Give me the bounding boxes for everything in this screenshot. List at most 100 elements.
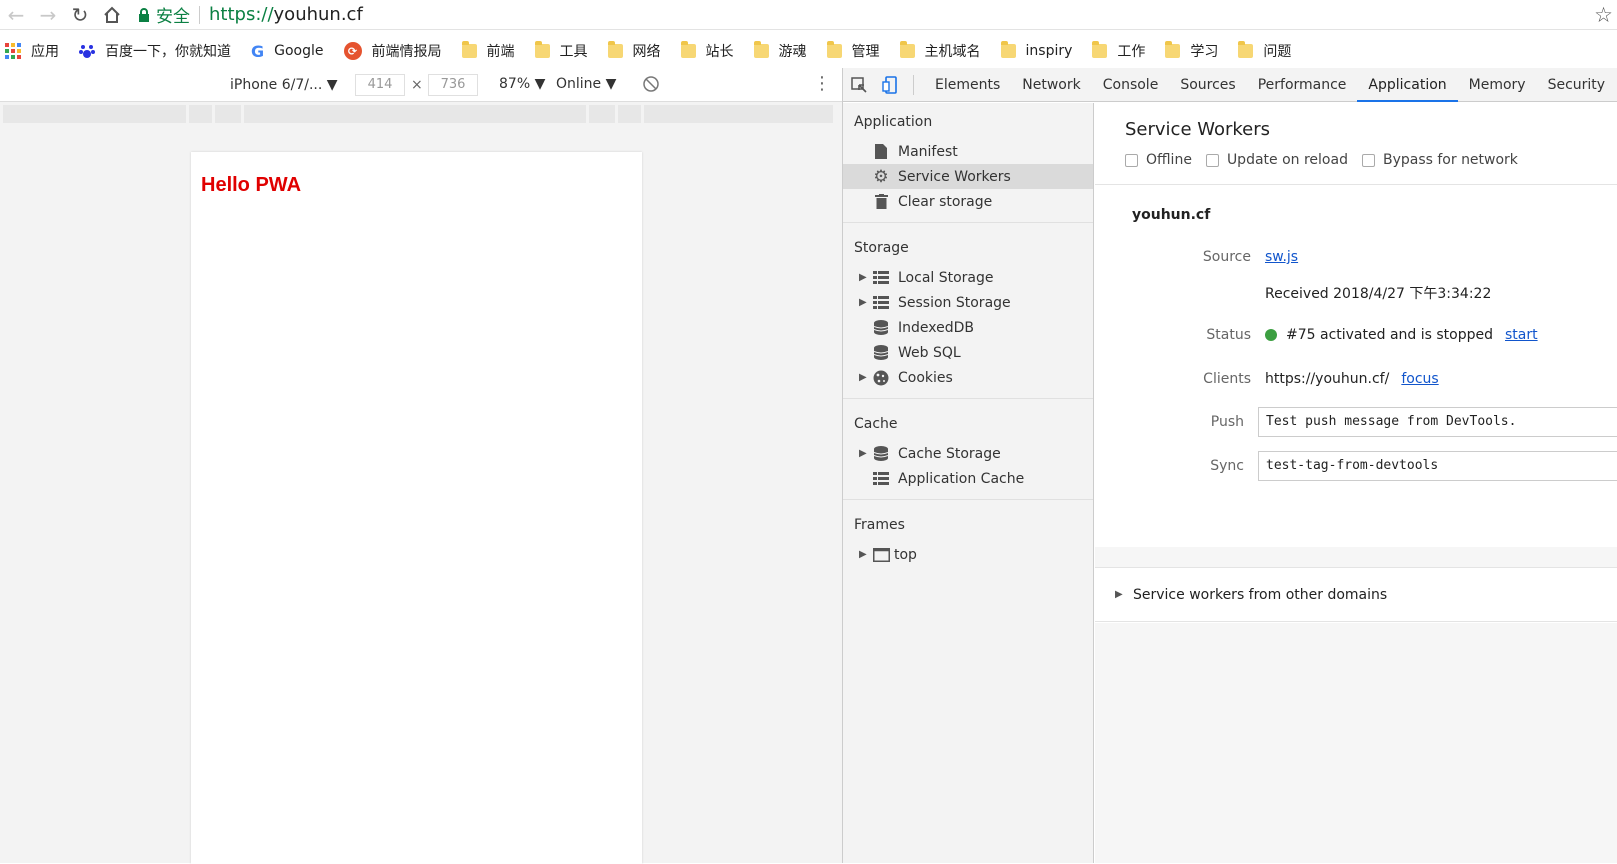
home-button[interactable] — [96, 0, 128, 30]
arrow-left-icon: ← — [7, 2, 25, 27]
push-input[interactable]: Test push message from DevTools. — [1258, 407, 1617, 437]
sidebar-section-storage: Storage ▶ Local Storage ▶ Session Storag… — [843, 229, 1093, 399]
bookmark-label: 主机域名 — [924, 44, 981, 60]
expand-triangle-icon[interactable]: ▶ — [859, 448, 871, 459]
network-value: Online — [556, 76, 602, 92]
expand-triangle-icon[interactable]: ▶ — [859, 372, 871, 383]
sidebar-item-clear-storage[interactable]: Clear storage — [843, 189, 1093, 214]
media-query-segment[interactable] — [243, 105, 587, 123]
database-icon — [871, 446, 891, 461]
device-toggle-icon[interactable] — [875, 68, 907, 102]
forward-button[interactable]: → — [32, 0, 64, 30]
url-host: youhun.cf — [273, 4, 363, 25]
bookmark-folder[interactable]: 站长 — [680, 41, 734, 61]
sync-input[interactable]: test-tag-from-devtools — [1258, 451, 1617, 481]
bookmark-folder[interactable]: 学习 — [1165, 41, 1218, 61]
media-query-segment[interactable] — [618, 105, 641, 123]
expand-triangle-icon[interactable]: ▶ — [859, 297, 871, 308]
sidebar-item-application-cache[interactable]: Application Cache — [843, 466, 1093, 491]
trash-icon — [871, 194, 891, 209]
network-throttle-select[interactable]: Online ▼ — [556, 76, 616, 92]
bookmark-baidu[interactable]: 百度一下，你就知道 — [79, 41, 231, 61]
tab-application[interactable]: Application — [1357, 68, 1458, 102]
clients-row: Clients https://youhun.cf/focus — [1095, 371, 1617, 387]
sidebar-item-local-storage[interactable]: ▶ Local Storage — [843, 265, 1093, 290]
bookmark-google[interactable]: G Google — [251, 42, 324, 61]
expand-triangle-icon[interactable]: ▶ — [1115, 589, 1127, 600]
more-options-icon[interactable]: ⋮ — [813, 73, 831, 94]
sidebar-item-cookies[interactable]: ▶ Cookies — [843, 365, 1093, 390]
tab-divider — [913, 74, 914, 95]
bookmark-apps[interactable]: 应用 — [5, 41, 59, 61]
checkbox-box[interactable] — [1361, 153, 1375, 167]
height-input[interactable]: 736 — [428, 74, 478, 96]
emulated-viewport: Hello PWA — [191, 152, 642, 864]
sidebar-item-web-sql[interactable]: Web SQL — [843, 340, 1093, 365]
tab-security[interactable]: Security — [1537, 68, 1617, 102]
media-query-segment[interactable] — [189, 105, 212, 123]
sidebar-item-cache-storage[interactable]: ▶ Cache Storage — [843, 441, 1093, 466]
devtools-tab-bar: Elements Network Console Sources Perform… — [843, 68, 1617, 102]
inspect-element-icon[interactable] — [843, 68, 875, 102]
other-domains-toggle[interactable]: ▶ Service workers from other domains — [1095, 567, 1617, 622]
bookmark-label: 工具 — [559, 44, 588, 60]
status-row: Status #75 activated and is stopped start — [1095, 327, 1617, 343]
sidebar-item-service-workers[interactable]: ⚙ Service Workers — [843, 164, 1093, 189]
bookmark-folder[interactable]: 前端 — [461, 41, 515, 61]
bookmark-folder[interactable]: 工具 — [534, 41, 588, 61]
source-link[interactable]: sw.js — [1265, 249, 1298, 265]
sidebar-item-label: IndexedDB — [898, 319, 974, 336]
media-query-segment[interactable] — [214, 105, 241, 123]
checkbox-box[interactable] — [1205, 153, 1219, 167]
url-field[interactable]: https://youhun.cf — [209, 4, 363, 25]
sidebar-item-indexeddb[interactable]: IndexedDB — [843, 315, 1093, 340]
url-scheme: https:// — [209, 4, 274, 25]
checkbox-box[interactable] — [1125, 153, 1138, 167]
sidebar-section-title: Storage — [854, 240, 909, 256]
bookmark-folder[interactable]: 问题 — [1238, 41, 1291, 61]
bookmark-folder[interactable]: 管理 — [826, 41, 880, 61]
expand-triangle-icon[interactable]: ▶ — [859, 549, 871, 560]
start-link[interactable]: start — [1505, 327, 1538, 343]
sidebar-item-session-storage[interactable]: ▶ Session Storage — [843, 290, 1093, 315]
baidu-paw-icon — [79, 43, 95, 59]
sidebar-item-frame-top[interactable]: ▶ top — [843, 542, 1093, 567]
bypass-for-network-checkbox[interactable]: Bypass for network — [1361, 152, 1518, 168]
sidebar-section-title: Cache — [854, 416, 898, 432]
bookmark-folder[interactable]: 网络 — [607, 41, 661, 61]
bookmark-folder[interactable]: 工作 — [1092, 41, 1145, 61]
media-query-segment[interactable] — [643, 105, 833, 123]
tab-memory[interactable]: Memory — [1458, 68, 1537, 102]
media-query-bar[interactable] — [3, 105, 833, 123]
service-workers-pane: Service Workers Offline Update on reload… — [1095, 103, 1617, 863]
rotate-icon[interactable] — [641, 74, 661, 98]
device-select[interactable]: iPhone 6/7/... ▼ — [230, 77, 338, 93]
sidebar-item-label: Local Storage — [898, 269, 994, 286]
bookmark-folder[interactable]: inspiry — [1000, 41, 1072, 59]
reload-button[interactable]: ↻ — [64, 0, 96, 30]
width-input[interactable]: 414 — [355, 74, 405, 96]
home-icon — [104, 6, 120, 23]
status-text: #75 activated and is stopped — [1286, 327, 1493, 343]
expand-triangle-icon[interactable]: ▶ — [859, 272, 871, 283]
zoom-select[interactable]: 87% ▼ — [499, 76, 545, 92]
focus-link[interactable]: focus — [1401, 371, 1438, 387]
bookmark-folder[interactable]: 主机域名 — [899, 41, 981, 61]
bookmark-frontend-intel[interactable]: ⟳ 前端情报局 — [343, 41, 442, 61]
tab-elements[interactable]: Elements — [924, 68, 1011, 102]
tab-performance[interactable]: Performance — [1247, 68, 1358, 102]
media-query-segment[interactable] — [589, 105, 616, 123]
update-on-reload-checkbox[interactable]: Update on reload — [1205, 152, 1348, 168]
tab-console[interactable]: Console — [1092, 68, 1170, 102]
folder-icon — [1165, 41, 1181, 58]
bookmark-star-icon[interactable]: ☆ — [1594, 3, 1613, 27]
sidebar-item-manifest[interactable]: Manifest — [843, 139, 1093, 164]
tab-sources[interactable]: Sources — [1169, 68, 1246, 102]
offline-checkbox[interactable]: Offline — [1125, 152, 1192, 168]
device-toolbar: iPhone 6/7/... ▼ 414 × 736 87% ▼ Online … — [0, 68, 842, 102]
bookmark-folder[interactable]: 游魂 — [753, 41, 807, 61]
back-button[interactable]: ← — [0, 0, 32, 30]
frame-window-icon — [871, 547, 891, 562]
tab-network[interactable]: Network — [1011, 68, 1091, 102]
media-query-segment[interactable] — [3, 105, 187, 123]
